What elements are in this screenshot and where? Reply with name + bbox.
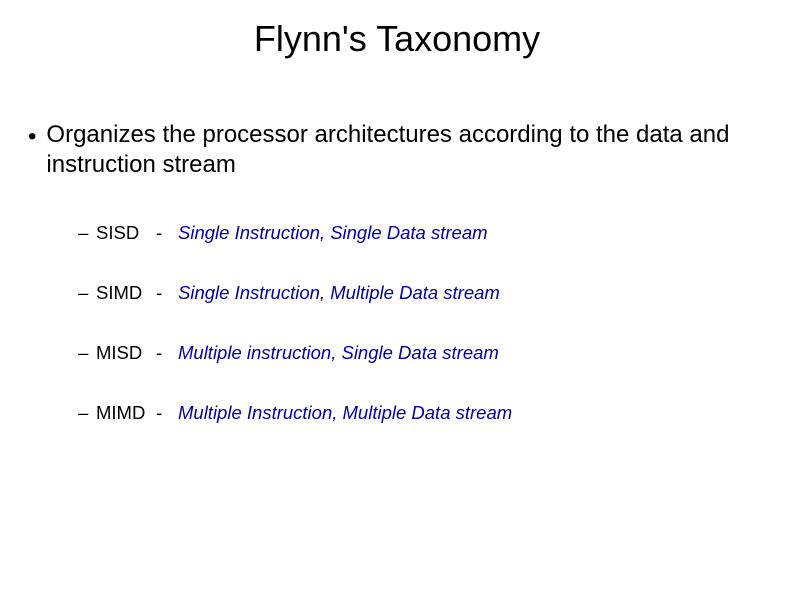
- sub-bullet-marker: –: [78, 342, 96, 364]
- list-item: – SIMD - Single Instruction, Multiple Da…: [78, 282, 774, 304]
- sub-bullet-marker: –: [78, 282, 96, 304]
- sub-bullet-marker: –: [78, 222, 96, 244]
- sub-bullet-marker: –: [78, 402, 96, 424]
- slide-title: Flynn's Taxonomy: [20, 18, 774, 60]
- abbreviation: SISD: [96, 222, 156, 244]
- dash-separator: -: [156, 342, 178, 364]
- bullet-marker: •: [28, 122, 36, 152]
- list-item: – MISD - Multiple instruction, Single Da…: [78, 342, 774, 364]
- slide: Flynn's Taxonomy • Organizes the process…: [0, 0, 794, 595]
- description: Multiple instruction, Single Data stream: [178, 342, 499, 364]
- list-item: – MIMD - Multiple Instruction, Multiple …: [78, 402, 774, 424]
- description: Single Instruction, Multiple Data stream: [178, 282, 500, 304]
- description: Multiple Instruction, Multiple Data stre…: [178, 402, 512, 424]
- abbreviation: SIMD: [96, 282, 156, 304]
- list-item: – SISD - Single Instruction, Single Data…: [78, 222, 774, 244]
- dash-separator: -: [156, 282, 178, 304]
- sub-list: – SISD - Single Instruction, Single Data…: [78, 222, 774, 424]
- main-bullet: • Organizes the processor architectures …: [28, 120, 774, 180]
- main-bullet-text: Organizes the processor architectures ac…: [46, 120, 774, 180]
- dash-separator: -: [156, 402, 178, 424]
- abbreviation: MISD: [96, 342, 156, 364]
- abbreviation: MIMD: [96, 402, 156, 424]
- dash-separator: -: [156, 222, 178, 244]
- description: Single Instruction, Single Data stream: [178, 222, 488, 244]
